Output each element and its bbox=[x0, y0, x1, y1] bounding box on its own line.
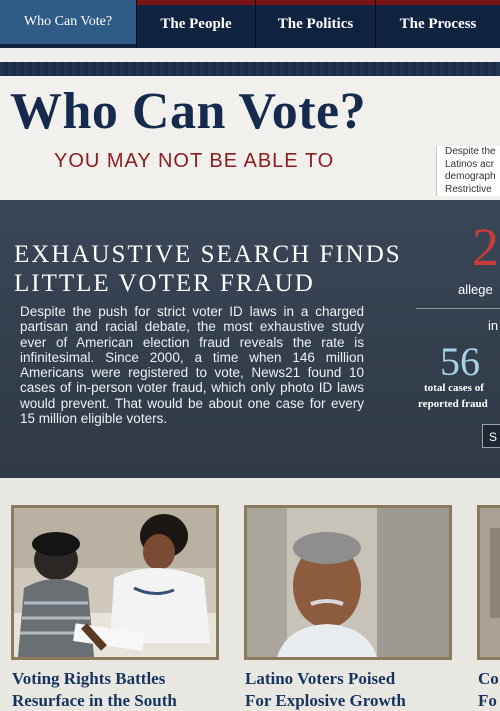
story-title[interactable]: Latino Voters Poised bbox=[245, 668, 395, 689]
side-blurb[interactable]: Despite the Latinos acr demograph Restri… bbox=[436, 146, 500, 196]
feature-headline[interactable]: EXHAUSTIVE SEARCH FINDS LITTLE VOTER FRA… bbox=[14, 240, 402, 298]
stats-more-button[interactable]: S bbox=[482, 424, 500, 448]
third-photo-illustration bbox=[480, 508, 500, 657]
story-photo-latino-voter bbox=[247, 508, 449, 657]
side-blurb-line: demograph bbox=[445, 171, 496, 182]
story-photo-voting bbox=[14, 508, 216, 657]
voting-photo-illustration bbox=[14, 508, 216, 657]
stat-alleged-label: allege bbox=[458, 282, 493, 297]
side-blurb-line: Restrictive bbox=[445, 183, 492, 195]
story-card-image[interactable] bbox=[477, 505, 500, 660]
feature-body: Despite the push for strict voter ID law… bbox=[20, 304, 364, 427]
side-blurb-line: Latinos acr bbox=[445, 158, 494, 170]
story-title-line2: For Explosive Growth bbox=[245, 691, 406, 710]
nav-item-the-people[interactable]: The People bbox=[136, 0, 255, 48]
story-title-line2: Resurface in the South bbox=[12, 691, 177, 710]
stat-divider bbox=[416, 308, 500, 309]
story-title[interactable]: Voting Rights Battles bbox=[12, 668, 165, 689]
page-subtitle: YOU MAY NOT BE ABLE TO bbox=[54, 150, 335, 172]
header-band bbox=[0, 62, 500, 76]
nav-item-the-politics[interactable]: The Politics bbox=[255, 0, 375, 48]
latino-voter-photo-illustration bbox=[247, 508, 449, 657]
story-photo-third bbox=[480, 508, 500, 657]
stat-big-number: 2 bbox=[472, 217, 499, 277]
story-title-line2: Fo bbox=[478, 691, 497, 710]
header-stripe bbox=[0, 48, 500, 62]
feature-headline-line: LITTLE VOTER FRAUD bbox=[14, 270, 315, 297]
stat-cases-number: 56 bbox=[440, 339, 480, 384]
nav-item-who-can-vote[interactable]: Who Can Vote? bbox=[0, 0, 136, 44]
side-blurb-line: Despite the bbox=[445, 146, 496, 157]
stat-cases-label: reported fraud bbox=[418, 398, 488, 410]
stat-in-label: in bbox=[488, 318, 499, 333]
story-title[interactable]: Co bbox=[478, 668, 499, 689]
feature-headline-line: EXHAUSTIVE SEARCH FINDS bbox=[14, 241, 402, 268]
nav-item-the-process[interactable]: The Process bbox=[375, 0, 500, 48]
stat-cases-label: total cases of bbox=[424, 382, 484, 394]
story-card-image[interactable] bbox=[244, 505, 452, 660]
top-nav: Who Can Vote? The People The Politics Th… bbox=[0, 0, 500, 48]
page-title: Who Can Vote? bbox=[10, 83, 367, 140]
story-card-image[interactable] bbox=[11, 505, 219, 660]
